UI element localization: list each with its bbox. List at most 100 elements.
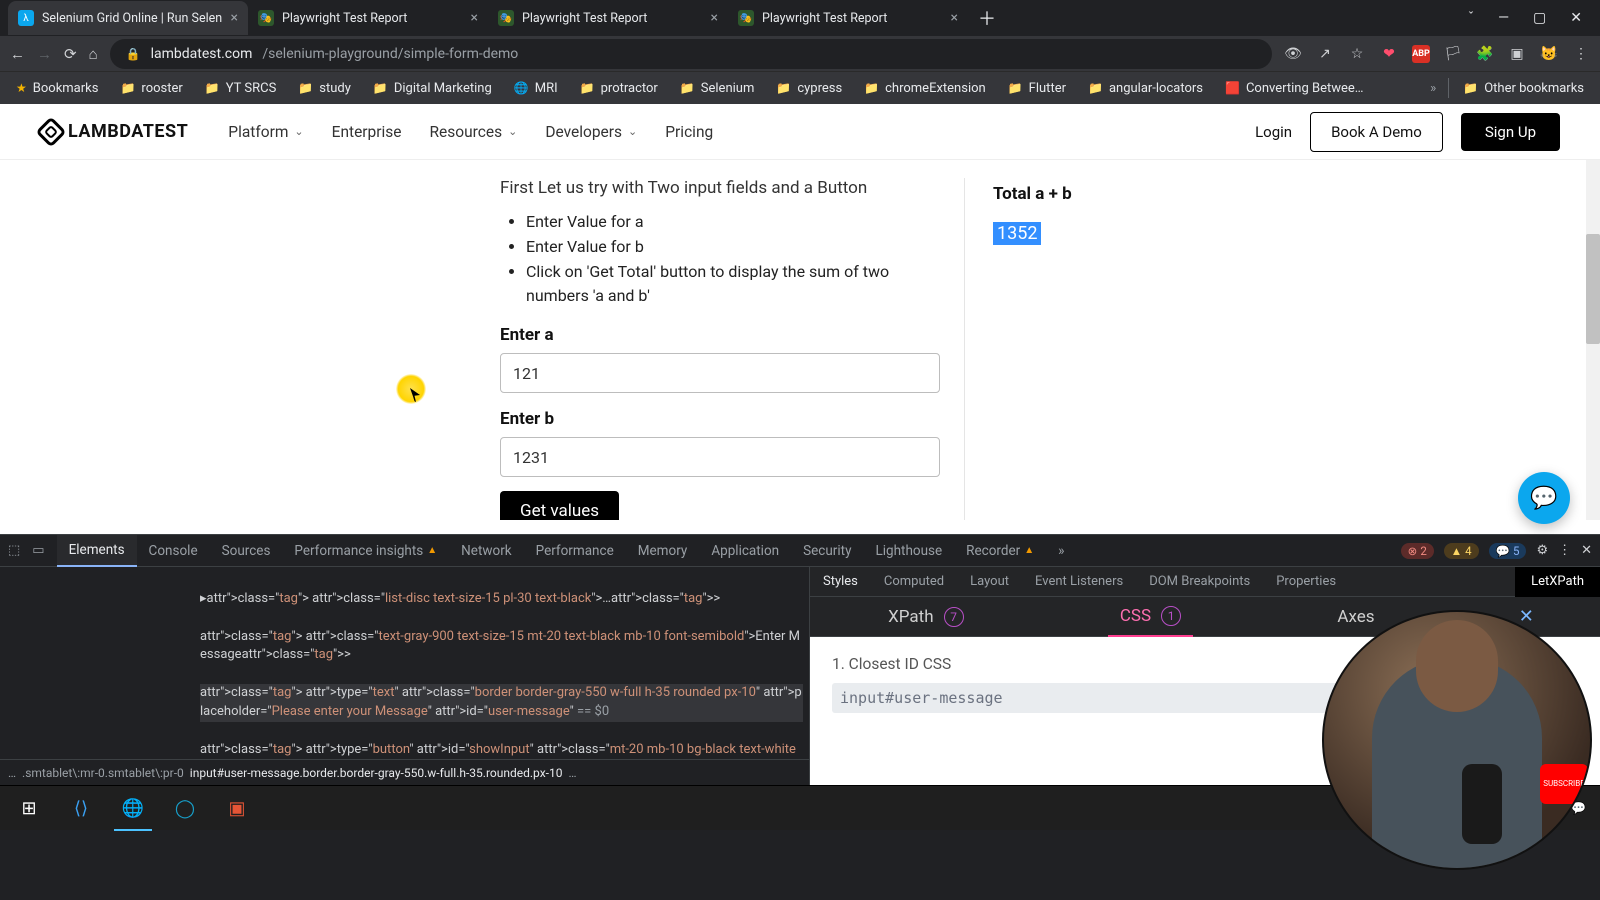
- ext-heart-icon[interactable]: ❤: [1380, 45, 1398, 63]
- ext-abp-icon[interactable]: ABP: [1412, 45, 1430, 63]
- sidepanel-icon[interactable]: ▣: [1508, 45, 1526, 63]
- reload-button[interactable]: ⟳: [64, 45, 77, 63]
- dom-line-selected[interactable]: attr">class="tag"> attr">type="text" att…: [200, 684, 803, 722]
- dom-line[interactable]: attr">class="tag"> attr">class="text-gra…: [200, 628, 803, 666]
- taskbar-circle-app[interactable]: ◯: [160, 786, 210, 831]
- browser-tab-0[interactable]: λ Selenium Grid Online | Run Selen ×: [8, 1, 248, 35]
- devtools-tab-recorder[interactable]: Recorder▲: [954, 535, 1046, 567]
- new-tab-button[interactable]: ＋: [968, 5, 1006, 31]
- brand-logo[interactable]: LAMBDATEST: [40, 121, 188, 143]
- devtools-tab-application[interactable]: Application: [699, 535, 791, 567]
- book-demo-button[interactable]: Book A Demo: [1310, 112, 1443, 152]
- bookmark-item[interactable]: 📁study: [290, 77, 359, 100]
- input-a[interactable]: [500, 353, 940, 393]
- start-button[interactable]: ⊞: [4, 786, 54, 831]
- breadcrumb-seg[interactable]: .smtablet\:mr-0.smtablet\:pr-0: [22, 766, 184, 780]
- bookmark-item[interactable]: 📁rooster: [112, 77, 190, 100]
- nav-pricing[interactable]: Pricing: [665, 123, 713, 141]
- profile-avatar[interactable]: 😺: [1540, 45, 1558, 63]
- letxpath-tab-xpath[interactable]: XPath7: [876, 597, 975, 637]
- devtools-tab-perf-insights[interactable]: Performance insights▲: [282, 535, 449, 567]
- taskbar-vscode[interactable]: ⟨⟩: [56, 786, 106, 831]
- close-icon[interactable]: ×: [471, 10, 478, 26]
- bookmark-item[interactable]: 📁angular-locators: [1080, 77, 1211, 100]
- element-picker-icon[interactable]: ⬚: [8, 543, 20, 558]
- login-link[interactable]: Login: [1255, 123, 1292, 141]
- devtools-tab-network[interactable]: Network: [449, 535, 523, 567]
- devtools-tab-security[interactable]: Security: [791, 535, 863, 567]
- bookmark-item[interactable]: 📁chromeExtension: [856, 77, 994, 100]
- minimize-button[interactable]: —: [1498, 10, 1509, 26]
- dom-line[interactable]: attr">class="tag"> attr">type="button" a…: [200, 741, 803, 759]
- input-b[interactable]: [500, 437, 940, 477]
- close-icon[interactable]: ×: [231, 10, 238, 26]
- bookmark-item[interactable]: 📁YT SRCS: [197, 77, 285, 100]
- tabsearch-icon[interactable]: ˇ: [1468, 10, 1474, 26]
- dom-line[interactable]: ▸attr">class="tag"> attr">class="list-di…: [200, 590, 803, 609]
- styles-tab-event[interactable]: Event Listeners: [1022, 567, 1136, 597]
- nav-platform[interactable]: Platform⌄: [228, 123, 303, 141]
- ext-flag-icon[interactable]: 🏳: [1444, 45, 1462, 63]
- styles-tab-layout[interactable]: Layout: [957, 567, 1022, 597]
- devtools-tab-lighthouse[interactable]: Lighthouse: [863, 535, 954, 567]
- get-values-button[interactable]: Get values: [500, 491, 619, 520]
- bookmark-item[interactable]: 📁protractor: [572, 77, 666, 100]
- dom-breadcrumb[interactable]: … .smtablet\:mr-0.smtablet\:pr-0 input#u…: [0, 759, 809, 785]
- styles-tab-computed[interactable]: Computed: [871, 567, 957, 597]
- devtools-tab-elements[interactable]: Elements: [57, 535, 137, 567]
- incognito-eye-icon[interactable]: 👁: [1284, 45, 1302, 63]
- devtools-tab-memory[interactable]: Memory: [626, 535, 700, 567]
- error-count-badge[interactable]: ⊗2: [1401, 543, 1434, 559]
- nav-resources[interactable]: Resources⌄: [430, 123, 518, 141]
- other-bookmarks[interactable]: 📁Other bookmarks: [1455, 77, 1592, 100]
- taskbar-recorder[interactable]: ▣: [212, 786, 262, 831]
- breadcrumb-seg-active[interactable]: input#user-message.border.border-gray-55…: [190, 766, 563, 780]
- close-icon[interactable]: ×: [951, 10, 958, 26]
- browser-tab-1[interactable]: 🎭 Playwright Test Report ×: [248, 1, 488, 35]
- dom-tree[interactable]: ▸attr">class="tag"> attr">class="list-di…: [0, 567, 809, 759]
- close-window-button[interactable]: ✕: [1570, 10, 1582, 26]
- bookmark-item[interactable]: 📁Flutter: [1000, 77, 1074, 100]
- back-button[interactable]: ←: [10, 45, 25, 63]
- breadcrumb-ellipsis[interactable]: …: [568, 766, 576, 780]
- breadcrumb-ellipsis[interactable]: …: [8, 766, 16, 780]
- info-count-badge[interactable]: 💬5: [1489, 543, 1527, 559]
- bookmark-item[interactable]: ★Bookmarks: [8, 77, 106, 100]
- styles-tab-props[interactable]: Properties: [1263, 567, 1349, 597]
- bookmark-item[interactable]: 📁Digital Marketing: [365, 77, 500, 100]
- devtools-tab-sources[interactable]: Sources: [210, 535, 283, 567]
- scrollbar-thumb[interactable]: [1586, 234, 1600, 344]
- bookmark-item[interactable]: 🟥Converting Betwee…: [1217, 77, 1371, 100]
- share-icon[interactable]: ↗: [1316, 45, 1334, 63]
- nav-enterprise[interactable]: Enterprise: [332, 123, 402, 141]
- chrome-menu-icon[interactable]: ⋮: [1572, 45, 1590, 63]
- device-toggle-icon[interactable]: ▭: [32, 543, 44, 558]
- maximize-button[interactable]: ▢: [1533, 10, 1546, 26]
- extensions-icon[interactable]: 🧩: [1476, 45, 1494, 63]
- taskbar-chrome[interactable]: 🌐: [108, 786, 158, 831]
- letxpath-tab-axes[interactable]: Axes: [1325, 597, 1386, 637]
- nav-developers[interactable]: Developers⌄: [545, 123, 637, 141]
- bookmark-item[interactable]: 🌐MRI: [506, 77, 566, 100]
- styles-tab-domb[interactable]: DOM Breakpoints: [1136, 567, 1263, 597]
- devtools-close-icon[interactable]: ✕: [1581, 543, 1592, 558]
- letxpath-tools-icon[interactable]: ✕: [1519, 606, 1534, 627]
- forward-button[interactable]: →: [37, 45, 52, 63]
- address-bar[interactable]: 🔒 lambdatest.com/selenium-playground/sim…: [110, 39, 1272, 69]
- letxpath-tab[interactable]: LetXPath: [1515, 567, 1600, 597]
- star-icon[interactable]: ☆: [1348, 45, 1366, 63]
- styles-tab-styles[interactable]: Styles: [810, 567, 871, 597]
- devtools-tab-console[interactable]: Console: [137, 535, 210, 567]
- letxpath-tab-css[interactable]: CSS1: [1108, 597, 1193, 637]
- browser-tab-3[interactable]: 🎭 Playwright Test Report ×: [728, 1, 968, 35]
- devtools-tab-more[interactable]: »: [1046, 535, 1076, 567]
- bookmarks-overflow-icon[interactable]: »: [1430, 81, 1442, 96]
- bookmark-item[interactable]: 📁cypress: [768, 77, 850, 100]
- warning-count-badge[interactable]: ▲4: [1444, 543, 1479, 559]
- home-button[interactable]: ⌂: [89, 45, 98, 63]
- browser-tab-2[interactable]: 🎭 Playwright Test Report ×: [488, 1, 728, 35]
- devtools-settings-icon[interactable]: ⚙: [1536, 543, 1548, 558]
- close-icon[interactable]: ×: [711, 10, 718, 26]
- bookmark-item[interactable]: 📁Selenium: [672, 77, 763, 100]
- chat-widget-button[interactable]: 💬: [1518, 472, 1570, 524]
